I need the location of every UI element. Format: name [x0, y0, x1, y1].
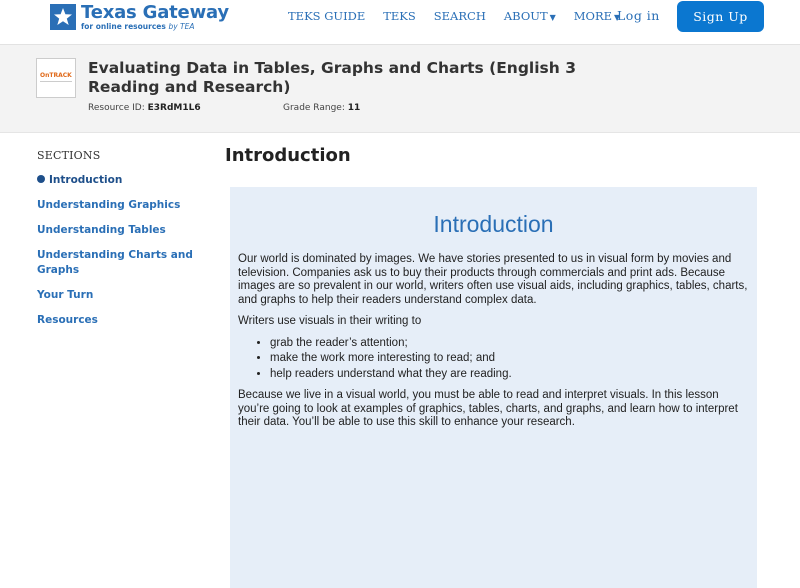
sidebar-item-your-turn[interactable]: Your Turn — [37, 288, 197, 303]
visuals-list: grab the reader’s attention; make the wo… — [262, 337, 748, 382]
caret-down-icon: ▼ — [549, 13, 556, 22]
nav-about[interactable]: ABOUT ▼ — [504, 9, 556, 23]
sidebar-item-understanding-graphics[interactable]: Understanding Graphics — [37, 198, 197, 213]
top-navbar: Texas Gateway for online resources by TE… — [0, 0, 800, 45]
texas-gateway-logo[interactable]: Texas Gateway for online resources by TE… — [50, 2, 229, 33]
active-dot-icon — [37, 175, 45, 183]
grade-range: Grade Range: 11 — [283, 103, 361, 113]
sections-sidebar: SECTIONS Introduction Understanding Grap… — [37, 149, 197, 338]
intro-paragraph: Our world is dominated by images. We hav… — [238, 253, 748, 306]
sidebar-item-understanding-charts-graphs[interactable]: Understanding Charts and Graphs — [37, 248, 197, 278]
nav-search[interactable]: SEARCH — [434, 9, 486, 23]
resource-id: Resource ID: E3RdM1L6 — [88, 103, 201, 113]
sections-heading: SECTIONS — [37, 149, 101, 162]
resource-thumbnail: OnTRACK — [36, 58, 76, 98]
panel-body: Our world is dominated by images. We hav… — [238, 253, 748, 438]
ontrack-logo-text: OnTRACK — [40, 72, 72, 79]
closing-paragraph: Because we live in a visual world, you m… — [238, 389, 738, 428]
list-item: grab the reader’s attention; — [270, 337, 748, 351]
login-link[interactable]: Log in — [617, 8, 660, 23]
resource-title: Evaluating Data in Tables, Graphs and Ch… — [88, 59, 576, 96]
list-item: make the work more interesting to read; … — [270, 352, 748, 366]
logo-tagline: for online resources by TEA — [81, 22, 195, 31]
signup-button[interactable]: Sign Up — [677, 1, 764, 32]
sidebar-item-understanding-tables[interactable]: Understanding Tables — [37, 223, 197, 238]
section-heading: Introduction — [225, 145, 351, 166]
nav-more[interactable]: MORE ▼ — [574, 9, 620, 23]
content-panel: Introduction Our world is dominated by i… — [230, 187, 757, 588]
star-icon — [50, 4, 76, 30]
resource-header: OnTRACK Evaluating Data in Tables, Graph… — [0, 45, 800, 133]
nav-teks-guide[interactable]: TEKS GUIDE — [288, 9, 365, 23]
visuals-lead-in: Writers use visuals in their writing to — [238, 315, 422, 327]
sidebar-item-introduction[interactable]: Introduction — [37, 173, 197, 188]
nav-teks[interactable]: TEKS — [383, 9, 416, 23]
panel-title: Introduction — [433, 211, 554, 237]
logo-name: Texas Gateway — [81, 2, 229, 23]
main-nav: TEKS GUIDE TEKS SEARCH ABOUT ▼ MORE ▼ — [288, 9, 638, 23]
list-item: help readers understand what they are re… — [270, 368, 748, 382]
sidebar-item-resources[interactable]: Resources — [37, 313, 197, 328]
